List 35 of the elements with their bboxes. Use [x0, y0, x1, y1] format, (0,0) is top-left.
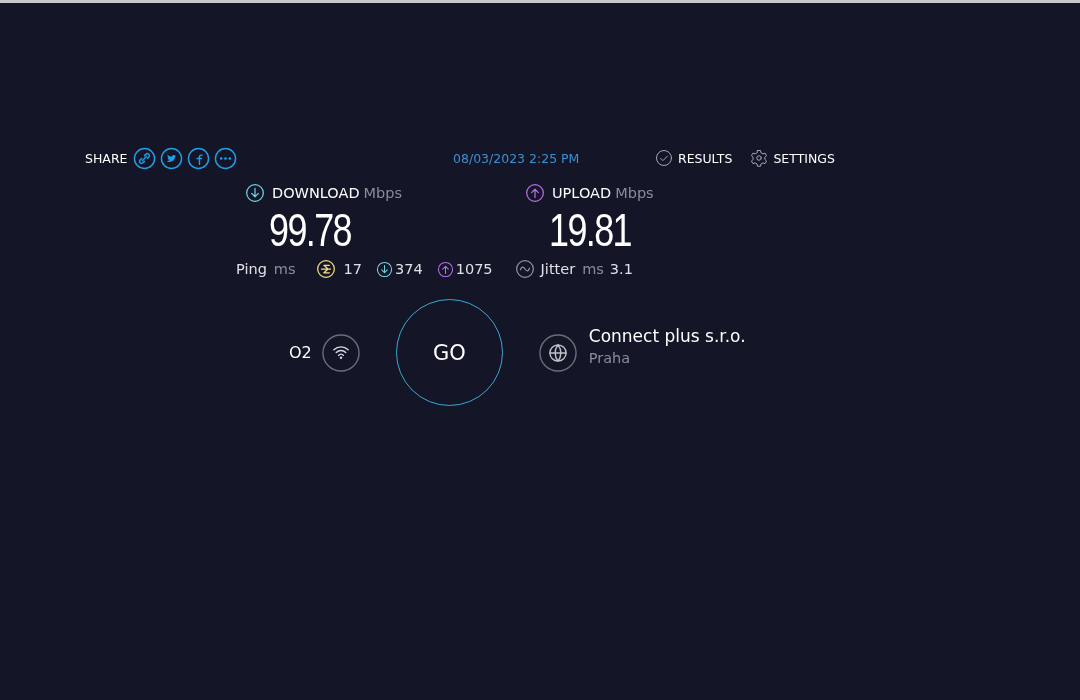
check-icon: [654, 149, 673, 167]
globe-icon: [538, 333, 577, 372]
idle-ping-value: 17: [343, 261, 362, 277]
upload-unit: Mbps: [615, 185, 654, 201]
test-date: 08/03/2023 2:25 PM: [453, 150, 580, 166]
more-icon[interactable]: [214, 146, 238, 170]
ping-label: Ping: [236, 261, 267, 277]
upload-icon: [525, 183, 545, 203]
download-speed: 99.78: [269, 204, 352, 256]
upload-speed: 19.81: [549, 204, 631, 256]
wifi-icon: [321, 333, 360, 372]
download-ping-value: 374: [395, 261, 423, 277]
link-icon[interactable]: [133, 146, 157, 170]
settings-link[interactable]: SETTINGS: [750, 149, 835, 167]
provider-name: O2: [289, 343, 312, 362]
upload-ping-value: 1075: [455, 261, 493, 277]
server-name: Connect plus s.r.o.: [588, 325, 746, 346]
jitter-unit: ms: [582, 261, 604, 277]
settings-icon: [750, 149, 769, 167]
facebook-icon[interactable]: [187, 146, 211, 170]
share-label: SHARE: [85, 150, 128, 166]
upload-ping-icon: [436, 260, 454, 278]
download-label: DOWNLOAD: [272, 185, 360, 201]
download-unit: Mbps: [363, 185, 403, 201]
download-ping-icon: [376, 260, 393, 278]
jitter-value: 3.1: [609, 261, 633, 277]
download-icon: [245, 183, 265, 203]
idle-ping-icon: [315, 259, 336, 279]
jitter-label: Jitter: [540, 261, 576, 277]
upload-label: UPLOAD: [552, 185, 612, 201]
server-location: Praha: [588, 349, 632, 366]
jitter-icon: [514, 259, 535, 279]
twitter-icon[interactable]: [160, 146, 184, 170]
results-link[interactable]: RESULTS: [654, 149, 733, 167]
ping-unit: ms: [273, 261, 296, 277]
